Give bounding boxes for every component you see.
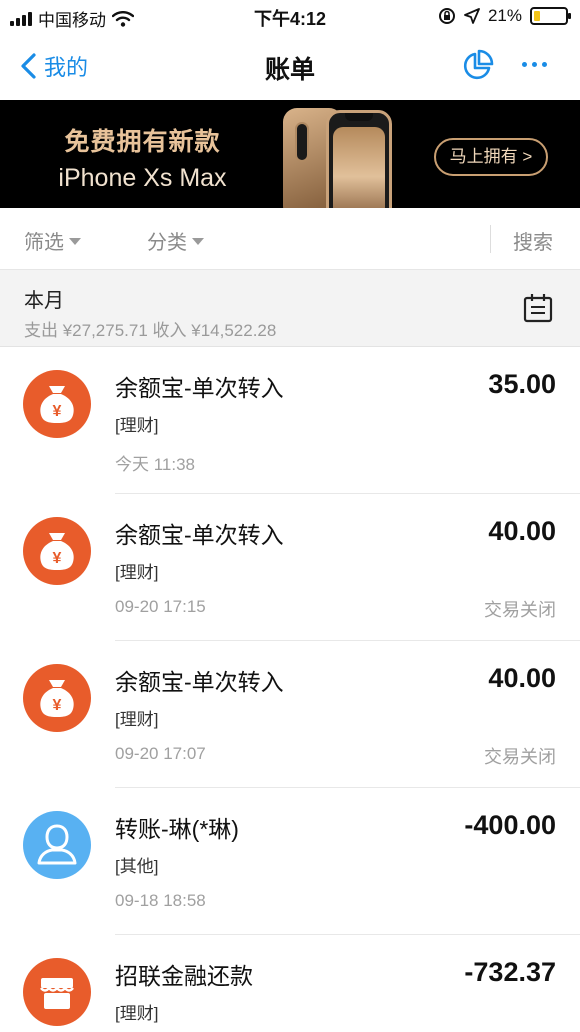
month-label: 本月	[24, 290, 64, 312]
status-right: 21%	[438, 6, 571, 26]
banner-cta-button[interactable]: 马上拥有 >	[434, 138, 548, 176]
money-bag-icon: ¥	[23, 370, 91, 438]
money-bag-icon: ¥	[23, 517, 91, 585]
filter-bar: 筛选 分类 搜索	[0, 208, 580, 270]
transaction-row[interactable]: 转账-琳(*琳) [其他] 09-18 18:58 -400.00	[0, 788, 580, 935]
transaction-amount: -400.00	[464, 810, 556, 840]
phone-camera-image	[295, 122, 309, 162]
transaction-category: [理财]	[115, 563, 159, 582]
chevron-down-icon	[192, 238, 204, 245]
transaction-title: 招联金融还款	[115, 963, 253, 989]
banner-headline: 免费拥有新款	[64, 128, 221, 156]
more-icon[interactable]	[522, 62, 547, 67]
nav-bar: 我的 账单	[0, 32, 580, 100]
transaction-amount: -732.37	[464, 957, 556, 987]
phone-front-image	[326, 110, 392, 208]
transaction-time: 今天 11:38	[115, 455, 196, 474]
transaction-amount: 40.00	[488, 663, 556, 693]
transaction-title: 转账-琳(*琳)	[115, 816, 239, 842]
transaction-title: 余额宝-单次转入	[115, 522, 284, 548]
banner-product: iPhone Xs Max	[58, 164, 227, 192]
battery-icon	[530, 7, 571, 25]
transaction-row[interactable]: ¥ 余额宝-单次转入 [理财] 今天 11:38 35.00	[0, 347, 580, 494]
transaction-category: [理财]	[115, 416, 159, 435]
svg-text:¥: ¥	[53, 403, 62, 420]
transaction-time: 09-20 17:15	[115, 597, 206, 616]
transaction-row[interactable]: 招联金融还款 [理财] -732.37	[0, 935, 580, 1032]
transaction-category: [其他]	[115, 857, 159, 876]
transaction-time: 09-20 17:07	[115, 744, 206, 763]
pie-chart-icon[interactable]	[461, 49, 494, 82]
filter-dropdown[interactable]: 筛选	[24, 226, 81, 255]
month-summary: 支出 ¥27,275.71 收入 ¥14,522.28	[24, 321, 277, 340]
transaction-row[interactable]: ¥ 余额宝-单次转入 [理财] 09-20 17:07 40.00 交易关闭	[0, 641, 580, 788]
transaction-status: 交易关闭	[484, 747, 556, 767]
category-dropdown[interactable]: 分类	[147, 226, 204, 255]
transaction-title: 余额宝-单次转入	[115, 375, 284, 401]
chevron-down-icon	[69, 238, 81, 245]
transaction-category: [理财]	[115, 710, 159, 729]
svg-text:¥: ¥	[53, 697, 62, 714]
battery-percent: 21%	[487, 6, 522, 25]
svg-text:¥: ¥	[53, 550, 62, 567]
store-icon	[23, 958, 91, 1026]
filter-label: 筛选	[24, 232, 64, 254]
banner-text: 免费拥有新款 iPhone Xs Max	[0, 122, 285, 193]
location-icon	[464, 8, 480, 24]
search-button[interactable]: 搜索	[513, 226, 553, 255]
rotation-lock-icon	[438, 8, 455, 24]
transaction-time: 09-18 18:58	[115, 891, 206, 910]
transaction-status: 交易关闭	[484, 600, 556, 620]
transaction-amount: 35.00	[488, 369, 556, 399]
transaction-row[interactable]: ¥ 余额宝-单次转入 [理财] 09-20 17:15 40.00 交易关闭	[0, 494, 580, 641]
status-bar: 中国移动 下午4:12 21%	[0, 0, 580, 32]
calendar-icon[interactable]	[523, 293, 553, 323]
transaction-amount: 40.00	[488, 516, 556, 546]
person-icon	[23, 811, 91, 879]
transaction-title: 余额宝-单次转入	[115, 669, 284, 695]
money-bag-icon: ¥	[23, 664, 91, 732]
transaction-category: [理财]	[115, 1004, 159, 1023]
category-label: 分类	[147, 232, 187, 254]
month-header: 本月 支出 ¥27,275.71 收入 ¥14,522.28	[0, 270, 580, 347]
divider	[490, 225, 491, 253]
